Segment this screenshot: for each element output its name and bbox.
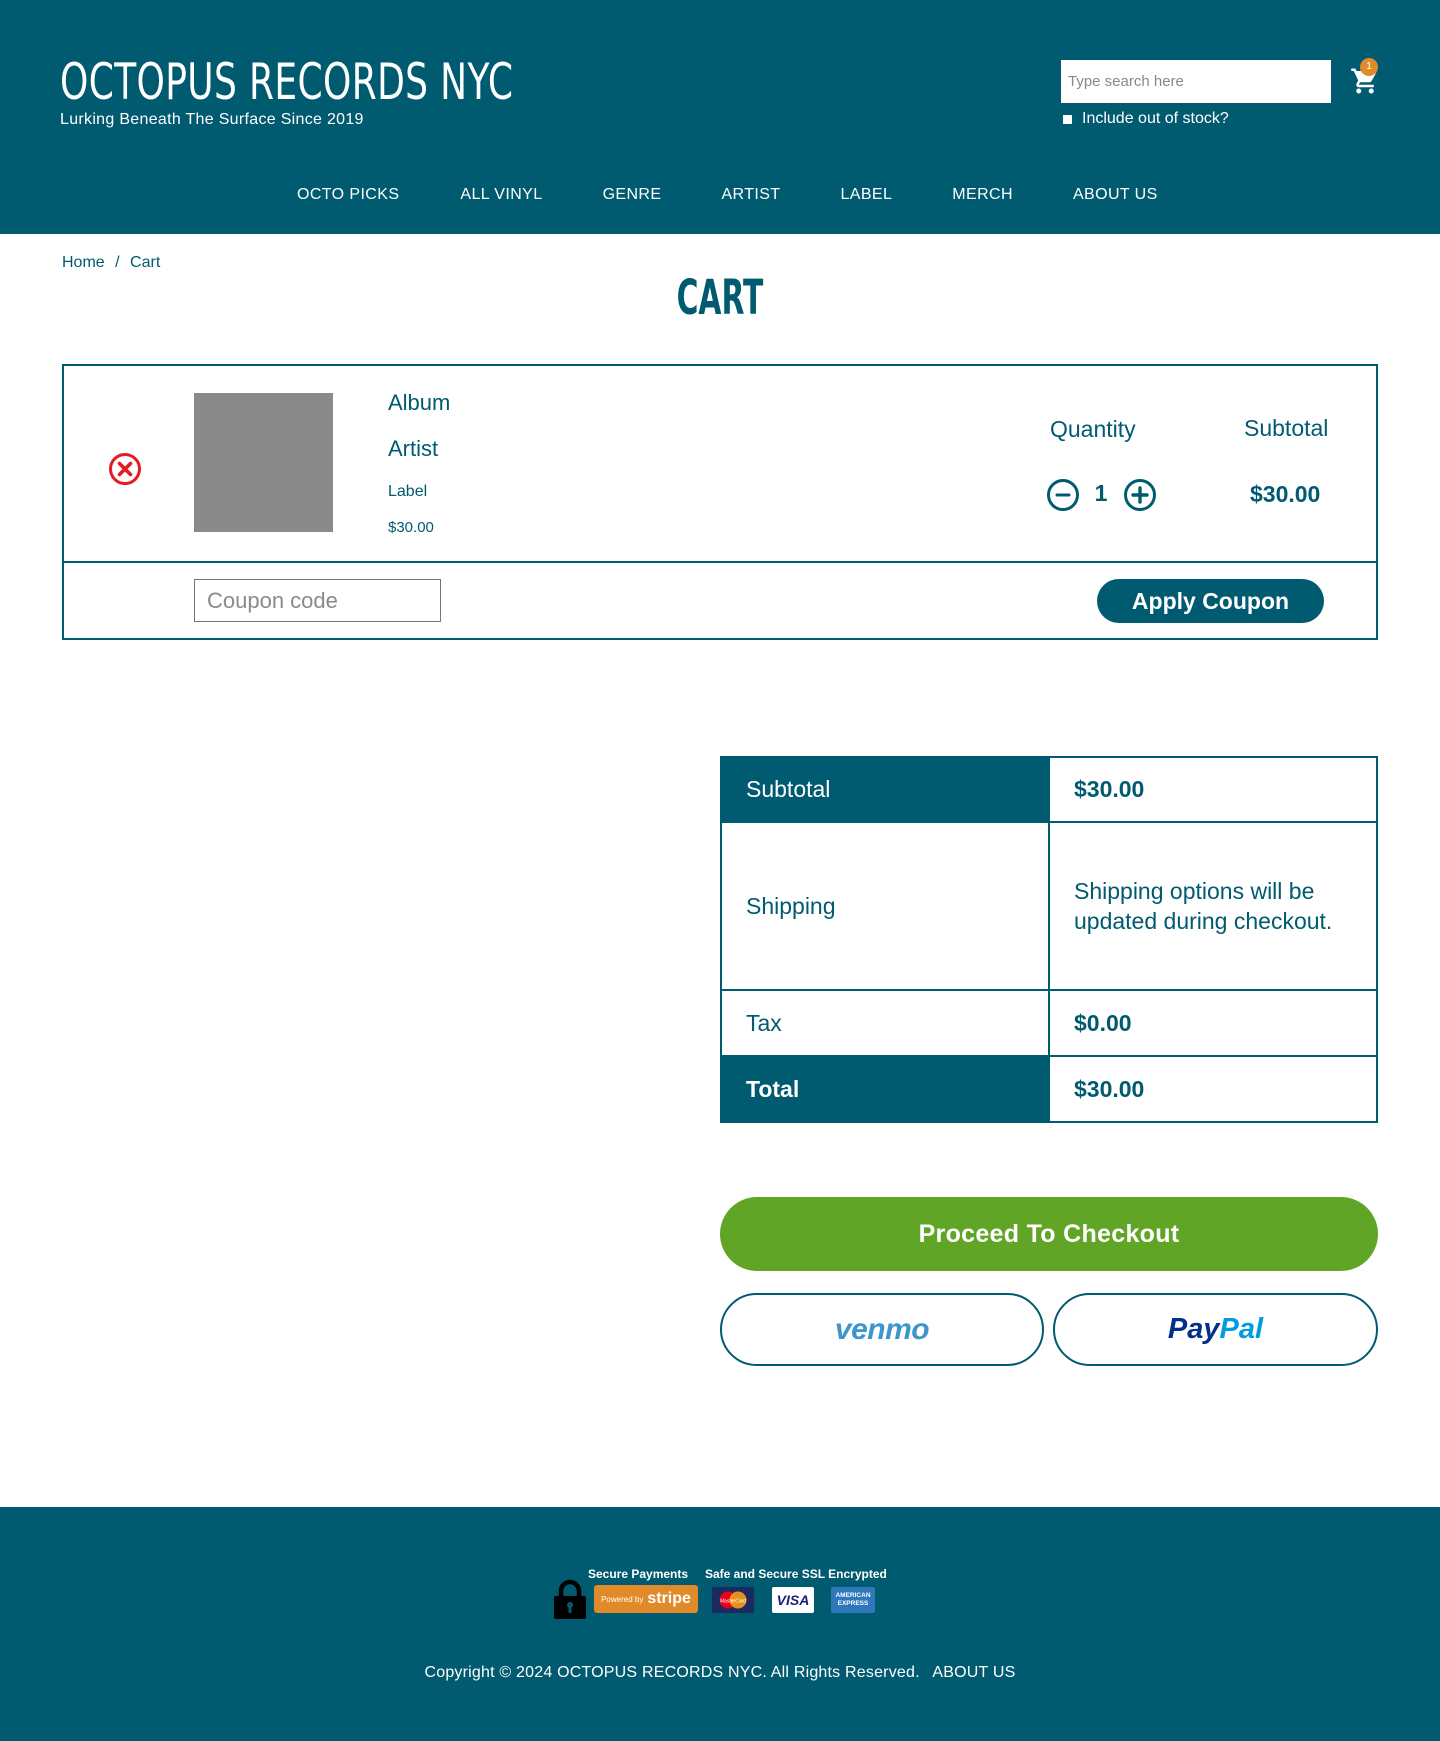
- site-logo[interactable]: OCTOPUS RECORDS NYC: [60, 52, 513, 112]
- quantity-value: 1: [1094, 480, 1108, 506]
- totals-shipping-value: Shipping options will be updated during …: [1048, 821, 1378, 991]
- amex-line-1: AMERICAN: [835, 1592, 871, 1599]
- mastercard-icon: MasterCard: [719, 1591, 747, 1609]
- nav-item-octo-picks[interactable]: OCTO PICKS: [297, 186, 399, 204]
- paypal-logo-pal: Pal: [1219, 1313, 1264, 1345]
- proceed-to-checkout-button[interactable]: Proceed To Checkout: [720, 1197, 1378, 1271]
- cart-table: Album Artist Label $30.00 Quantity Subto…: [62, 364, 1378, 640]
- nav-item-all-vinyl[interactable]: ALL VINYL: [460, 186, 542, 204]
- subtotal-header: Subtotal: [1244, 415, 1329, 441]
- totals-shipping-label: Shipping: [720, 821, 1050, 991]
- item-price: $30.00: [388, 519, 434, 536]
- stripe-badge: Powered by stripe: [594, 1585, 698, 1613]
- item-album-title[interactable]: Album: [388, 390, 450, 416]
- nav-item-about-us[interactable]: ABOUT US: [1073, 186, 1158, 204]
- totals-row-shipping: Shipping Shipping options will be update…: [720, 821, 1378, 991]
- nav-item-merch[interactable]: MERCH: [952, 186, 1013, 204]
- increase-quantity-icon[interactable]: [1123, 478, 1157, 512]
- item-artist[interactable]: Artist: [388, 436, 438, 462]
- breadcrumb-home[interactable]: Home: [62, 254, 105, 271]
- totals-row-subtotal: Subtotal $30.00: [720, 756, 1378, 823]
- coupon-code-input[interactable]: [194, 579, 441, 622]
- breadcrumb-separator: /: [115, 254, 120, 271]
- totals-row-tax: Tax $0.00: [720, 989, 1378, 1057]
- paypal-button[interactable]: PayPal: [1053, 1293, 1378, 1366]
- mastercard-badge: MasterCard: [712, 1587, 754, 1613]
- album-cover-image[interactable]: [194, 393, 333, 532]
- venmo-button[interactable]: venmo: [720, 1293, 1044, 1366]
- nav-item-artist[interactable]: ARTIST: [721, 186, 780, 204]
- totals-total-value: $30.00: [1048, 1055, 1378, 1123]
- amex-line-2: EXPRESS: [837, 1600, 869, 1607]
- main-nav: OCTO PICKS ALL VINYL GENRE ARTIST LABEL …: [297, 186, 1158, 204]
- amex-badge: AMERICAN EXPRESS: [831, 1587, 875, 1613]
- totals-row-total: Total $30.00: [720, 1055, 1378, 1123]
- copyright-line: Copyright © 2024 OCTOPUS RECORDS NYC. Al…: [0, 1664, 1440, 1682]
- nav-item-label[interactable]: LABEL: [840, 186, 892, 204]
- apply-coupon-button[interactable]: Apply Coupon: [1097, 579, 1324, 623]
- item-label: Label: [388, 483, 428, 500]
- site-footer: Secure Payments Safe and Secure SSL Encr…: [0, 1507, 1440, 1741]
- paypal-logo: PayPal: [1168, 1313, 1263, 1345]
- search-input[interactable]: [1061, 60, 1331, 103]
- checkbox-square[interactable]: [1063, 114, 1072, 124]
- site-tagline: Lurking Beneath The Surface Since 2019: [60, 111, 364, 128]
- visa-badge: VISA: [772, 1587, 814, 1613]
- copyright-text: Copyright © 2024 OCTOPUS RECORDS NYC. Al…: [424, 1664, 920, 1681]
- remove-item-icon[interactable]: [108, 452, 142, 486]
- page-title-text: CART: [676, 270, 764, 326]
- mastercard-text: MasterCard: [720, 1599, 746, 1605]
- stripe-powered-by: Powered by: [601, 1594, 644, 1604]
- footer-about-us-link[interactable]: ABOUT US: [932, 1664, 1015, 1681]
- breadcrumb-current: Cart: [130, 254, 161, 271]
- totals-total-label: Total: [720, 1055, 1050, 1123]
- site-header: OCTOPUS RECORDS NYC Lurking Beneath The …: [0, 0, 1440, 234]
- totals-tax-value: $0.00: [1048, 989, 1378, 1057]
- venmo-logo: venmo: [834, 1312, 930, 1346]
- stripe-name: stripe: [647, 1590, 691, 1607]
- totals-subtotal-label: Subtotal: [720, 756, 1050, 823]
- totals-tax-label: Tax: [720, 989, 1050, 1057]
- decrease-quantity-icon[interactable]: [1046, 478, 1080, 512]
- cart-divider: [64, 561, 1376, 563]
- totals-subtotal-value: $30.00: [1048, 756, 1378, 823]
- item-subtotal: $30.00: [1250, 481, 1321, 507]
- nav-item-genre[interactable]: GENRE: [603, 186, 662, 204]
- paypal-logo-pay: Pay: [1167, 1313, 1220, 1345]
- include-out-of-stock-checkbox[interactable]: Include out of stock?: [1061, 110, 1229, 128]
- cart-count-badge: 1: [1360, 58, 1378, 76]
- ssl-encrypted-title: Safe and Secure SSL Encrypted: [705, 1567, 887, 1581]
- secure-payments-title: Secure Payments: [588, 1567, 689, 1581]
- secure-payments-badge: Secure Payments Safe and Secure SSL Encr…: [553, 1567, 887, 1619]
- include-out-of-stock-label: Include out of stock?: [1082, 110, 1229, 127]
- quantity-header: Quantity: [1050, 416, 1136, 442]
- cart-totals-table: Subtotal $30.00 Shipping Shipping option…: [720, 756, 1378, 1123]
- lock-icon: [554, 1579, 586, 1619]
- page-title: CART: [0, 270, 1440, 326]
